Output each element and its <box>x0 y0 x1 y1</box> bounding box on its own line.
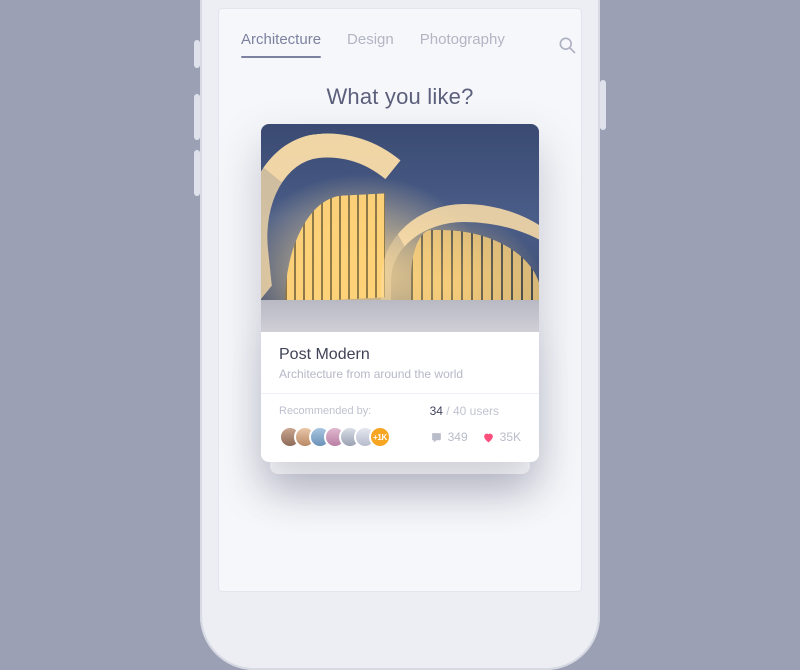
user-count-current: 34 <box>430 404 443 418</box>
card-subtitle: Architecture from around the world <box>279 367 521 381</box>
likes-stat[interactable]: 35K <box>482 430 521 444</box>
tab-design[interactable]: Design <box>347 31 394 58</box>
comment-icon <box>430 431 443 444</box>
tab-label: Architecture <box>241 31 321 48</box>
phone-side-button <box>600 80 606 130</box>
phone-frame: Architecture Design Photography What you… <box>200 0 600 670</box>
user-count-total: / 40 users <box>443 404 499 418</box>
user-count: 34 / 40 users <box>430 404 521 418</box>
heart-icon <box>482 431 495 444</box>
phone-side-button <box>194 40 200 68</box>
comments-count: 349 <box>448 430 468 444</box>
tab-label: Design <box>347 31 394 48</box>
avatar-more-badge[interactable]: +1K <box>369 426 391 448</box>
recommended-avatars: +1K <box>279 426 430 448</box>
search-icon <box>557 35 577 55</box>
recommended-label: Recommended by: <box>279 405 430 417</box>
tab-photography[interactable]: Photography <box>420 31 505 58</box>
tab-label: Photography <box>420 31 505 48</box>
card-footer: Recommended by: 34 / 40 users +1K <box>261 393 539 462</box>
card-image <box>261 124 539 332</box>
likes-count: 35K <box>500 430 521 444</box>
category-tabs: Architecture Design Photography <box>219 9 581 70</box>
phone-side-button <box>194 94 200 140</box>
search-button[interactable] <box>557 34 577 56</box>
card-stats: 349 35K <box>430 430 521 444</box>
card-title: Post Modern <box>279 346 521 364</box>
content-card[interactable]: Post Modern Architecture from around the… <box>261 124 539 462</box>
app-screen: Architecture Design Photography What you… <box>218 8 582 592</box>
card-body: Post Modern Architecture from around the… <box>261 332 539 393</box>
comments-stat[interactable]: 349 <box>430 430 468 444</box>
phone-side-button <box>194 150 200 196</box>
card-stack: Post Modern Architecture from around the… <box>261 124 539 462</box>
tab-architecture[interactable]: Architecture <box>241 31 321 58</box>
page-heading: What you like? <box>219 84 581 110</box>
